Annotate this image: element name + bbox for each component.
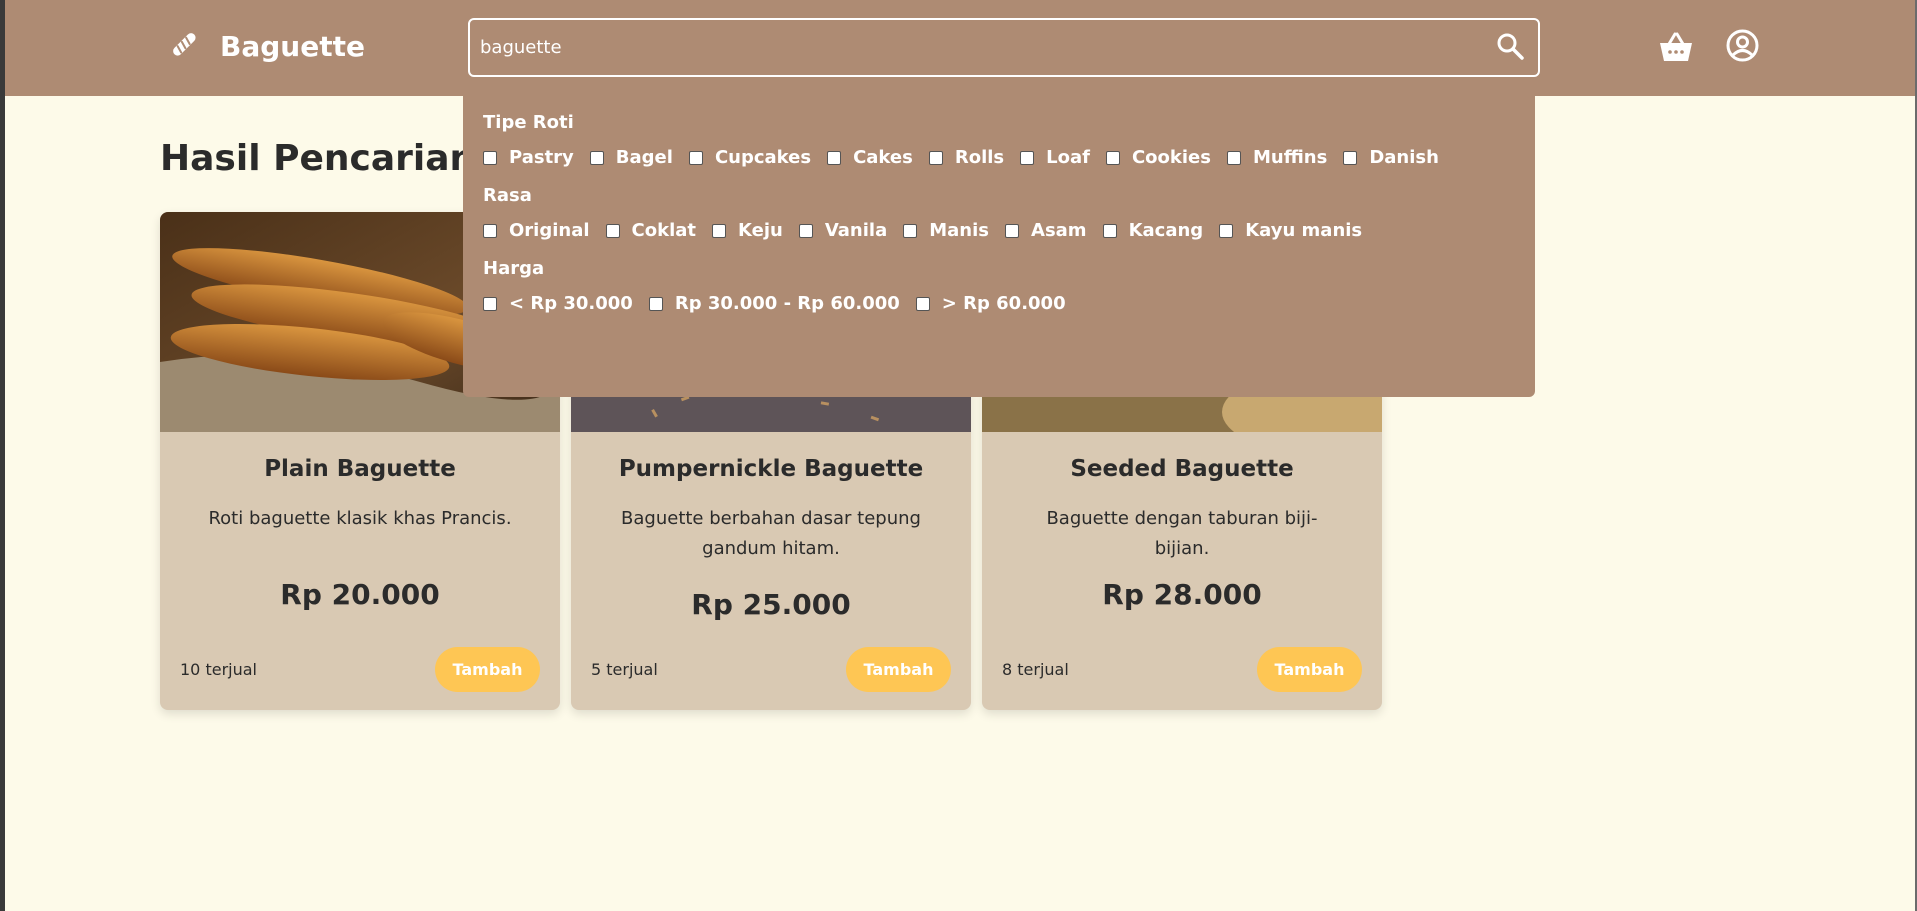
checkbox[interactable]	[1020, 150, 1035, 165]
filter-group-title: Rasa	[483, 185, 532, 206]
checkbox[interactable]	[712, 223, 727, 238]
basket-icon[interactable]	[1658, 30, 1694, 64]
baguette-logo-icon	[168, 28, 200, 64]
search-box	[468, 18, 1540, 77]
product-price: Rp 20.000	[280, 578, 440, 611]
product-sold-count: 5 terjual	[591, 660, 658, 679]
checkbox[interactable]	[483, 296, 497, 311]
product-description: Baguette berbahan dasar tepung gandum hi…	[621, 508, 921, 559]
add-to-cart-button[interactable]: Tambah	[435, 647, 540, 692]
user-icon[interactable]	[1726, 29, 1759, 62]
product-name: Plain Baguette	[264, 456, 456, 482]
filter-option-price-under-30000[interactable]: < Rp 30.000	[483, 293, 633, 314]
filter-option-kacang[interactable]: Kacang	[1102, 220, 1203, 241]
product-sold-count: 10 terjual	[180, 660, 257, 679]
logo[interactable]: Baguette	[168, 28, 365, 64]
checkbox[interactable]	[1005, 223, 1020, 238]
logo-text: Baguette	[220, 29, 365, 63]
page-title: Hasil Pencarian	[160, 138, 476, 179]
product-name: Seeded Baguette	[1070, 456, 1294, 482]
checkbox[interactable]	[688, 150, 703, 165]
filter-group-tipe-roti: Tipe Roti Pastry Bagel Cupcakes Cakes Ro…	[483, 112, 1515, 168]
checkbox[interactable]	[915, 296, 930, 311]
search-icon	[1495, 31, 1525, 65]
checkbox[interactable]	[1343, 150, 1358, 165]
filter-option-cupcakes[interactable]: Cupcakes	[688, 147, 811, 168]
product-price: Rp 25.000	[691, 588, 851, 621]
filter-option-price-30000-60000[interactable]: Rp 30.000 - Rp 60.000	[648, 293, 900, 314]
filter-option-muffins[interactable]: Muffins	[1226, 147, 1327, 168]
filter-option-price-over-60000[interactable]: > Rp 60.000	[915, 293, 1066, 314]
search-filter-dropdown: Tipe Roti Pastry Bagel Cupcakes Cakes Ro…	[463, 96, 1535, 397]
checkbox[interactable]	[903, 223, 918, 238]
checkbox[interactable]	[1219, 223, 1234, 238]
checkbox[interactable]	[589, 150, 604, 165]
filter-option-cakes[interactable]: Cakes	[827, 147, 913, 168]
checkbox[interactable]	[928, 150, 943, 165]
search-input[interactable]	[470, 20, 1482, 75]
filter-option-vanila[interactable]: Vanila	[798, 220, 887, 241]
window-frame-left	[0, 0, 5, 911]
filter-option-pastry[interactable]: Pastry	[483, 147, 574, 168]
filter-group-harga: Harga < Rp 30.000 Rp 30.000 - Rp 60.000 …	[483, 258, 1515, 314]
filter-option-kayu-manis[interactable]: Kayu manis	[1219, 220, 1362, 241]
checkbox[interactable]	[483, 150, 497, 165]
filter-option-coklat[interactable]: Coklat	[605, 220, 696, 241]
filter-option-loaf[interactable]: Loaf	[1020, 147, 1090, 168]
filter-option-cookies[interactable]: Cookies	[1105, 147, 1211, 168]
filter-option-asam[interactable]: Asam	[1005, 220, 1087, 241]
product-price: Rp 28.000	[1102, 578, 1262, 611]
filter-group-title: Harga	[483, 258, 545, 279]
product-name: Pumpernickle Baguette	[618, 456, 924, 482]
filter-option-rolls[interactable]: Rolls	[928, 147, 1004, 168]
checkbox[interactable]	[1105, 150, 1120, 165]
filter-group-rasa: Rasa Original Coklat Keju Vanila Manis A…	[483, 185, 1515, 241]
filter-option-bagel[interactable]: Bagel	[589, 147, 673, 168]
checkbox[interactable]	[483, 223, 497, 238]
search-button[interactable]	[1482, 20, 1538, 75]
filter-option-original[interactable]: Original	[483, 220, 590, 241]
add-to-cart-button[interactable]: Tambah	[1257, 647, 1362, 692]
product-description: Baguette dengan taburan biji-bijian.	[1046, 508, 1318, 559]
checkbox[interactable]	[798, 223, 813, 238]
checkbox[interactable]	[827, 150, 842, 165]
filter-option-danish[interactable]: Danish	[1343, 147, 1439, 168]
filter-group-title: Tipe Roti	[483, 112, 574, 133]
product-sold-count: 8 terjual	[1002, 660, 1069, 679]
filter-option-manis[interactable]: Manis	[903, 220, 989, 241]
checkbox[interactable]	[605, 223, 620, 238]
add-to-cart-button[interactable]: Tambah	[846, 647, 951, 692]
checkbox[interactable]	[1102, 223, 1117, 238]
checkbox[interactable]	[648, 296, 663, 311]
filter-option-keju[interactable]: Keju	[712, 220, 783, 241]
checkbox[interactable]	[1226, 150, 1241, 165]
product-description: Roti baguette klasik khas Prancis.	[208, 508, 512, 529]
header-bar: Baguette	[5, 0, 1915, 96]
